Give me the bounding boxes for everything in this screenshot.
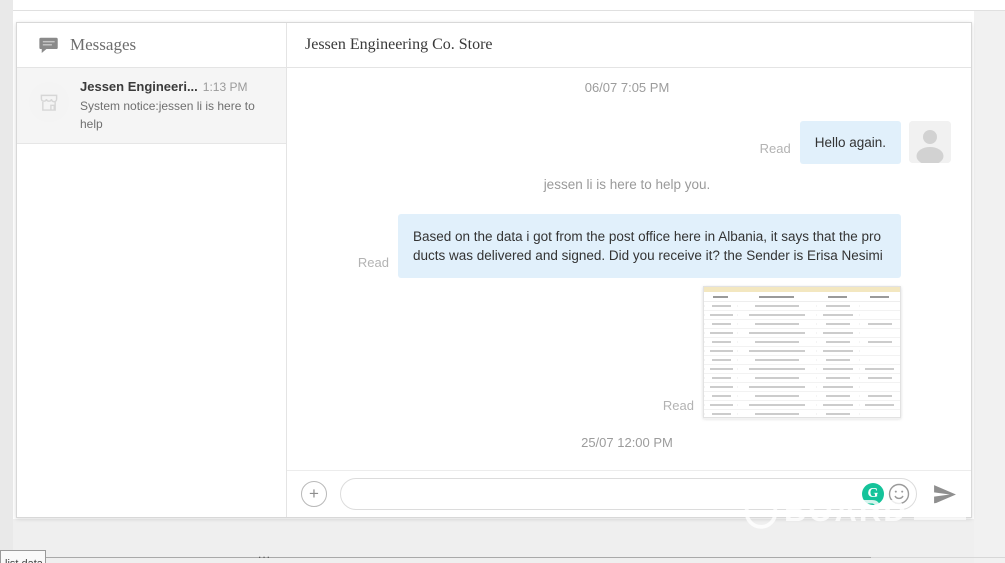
chat-message-list: 06/07 7:05 PM Read Hello again. jessen l… — [287, 68, 971, 470]
add-attachment-button[interactable]: + — [301, 481, 327, 507]
bottom-clipped-tab[interactable]: list data — [0, 550, 46, 563]
attachment-table-row — [704, 356, 900, 365]
bottom-divider — [46, 557, 871, 558]
attachment-table-row — [704, 320, 900, 329]
bottom-tab-label: list data — [1, 551, 45, 563]
overflow-ellipsis: ... — [258, 547, 271, 561]
attachment-table-row — [704, 374, 900, 383]
date-separator: 25/07 12:00 PM — [303, 435, 951, 450]
chat-title: Jessen Engineering Co. Store — [305, 36, 493, 54]
message-row: Read Based on the data i got from the po… — [303, 214, 901, 278]
message-input[interactable] — [355, 487, 862, 502]
message-bubble: Based on the data i got from the post of… — [398, 214, 901, 278]
attachment-table-row — [704, 302, 900, 311]
sidebar-title: Messages — [70, 35, 136, 55]
conversation-preview: System notice:jessen li is here to help — [80, 97, 272, 133]
grammarly-icon[interactable]: G — [862, 483, 884, 505]
attachment-table-row — [704, 383, 900, 392]
message-row: Read Hello again. — [303, 121, 951, 164]
page-top-bar — [13, 0, 1005, 11]
attachment-table-row — [704, 347, 900, 356]
read-receipt: Read — [358, 255, 389, 270]
chat-header: Jessen Engineering Co. Store — [287, 23, 971, 68]
sidebar-header: Messages — [17, 23, 286, 68]
attachment-table-header-row — [704, 292, 900, 302]
attachment-table-row — [704, 410, 900, 419]
attachment-table-row — [704, 329, 900, 338]
attachment-table-row — [704, 338, 900, 347]
chat-panel: Jessen Engineering Co. Store 06/07 7:05 … — [287, 23, 971, 517]
attachment-table-row — [704, 401, 900, 410]
conversation-summary: Jessen Engineeri... 1:13 PM System notic… — [80, 79, 272, 133]
read-receipt: Read — [663, 398, 694, 413]
attachment-table-row — [704, 365, 900, 374]
conversations-sidebar: Messages Jessen Engineeri... 1:13 PM Sys… — [17, 23, 287, 517]
conversation-item-jessen[interactable]: Jessen Engineeri... 1:13 PM System notic… — [17, 68, 286, 144]
conversation-time: 1:13 PM — [203, 80, 248, 94]
attachment-table-row — [704, 311, 900, 320]
message-input-pill: G — [340, 478, 917, 510]
page-left-gutter — [0, 0, 13, 563]
emoji-icon[interactable] — [888, 483, 910, 505]
messenger-window: Messages Jessen Engineeri... 1:13 PM Sys… — [16, 22, 972, 518]
composer-bar: + G — [287, 470, 971, 517]
conversation-name: Jessen Engineeri... — [80, 79, 198, 94]
message-bubble: Hello again. — [800, 121, 901, 164]
read-receipt: Read — [760, 141, 791, 156]
page-right-gutter — [974, 11, 1005, 563]
user-avatar — [909, 121, 951, 163]
store-avatar — [29, 82, 69, 122]
message-row: Read — [303, 286, 901, 418]
system-message: jessen li is here to help you. — [303, 177, 951, 192]
bottom-divider-light — [871, 557, 1005, 558]
messages-icon — [39, 36, 59, 55]
date-separator: 06/07 7:05 PM — [303, 80, 951, 95]
attachment-image[interactable] — [703, 286, 901, 418]
attachment-table-row — [704, 392, 900, 401]
send-icon[interactable] — [932, 482, 957, 507]
